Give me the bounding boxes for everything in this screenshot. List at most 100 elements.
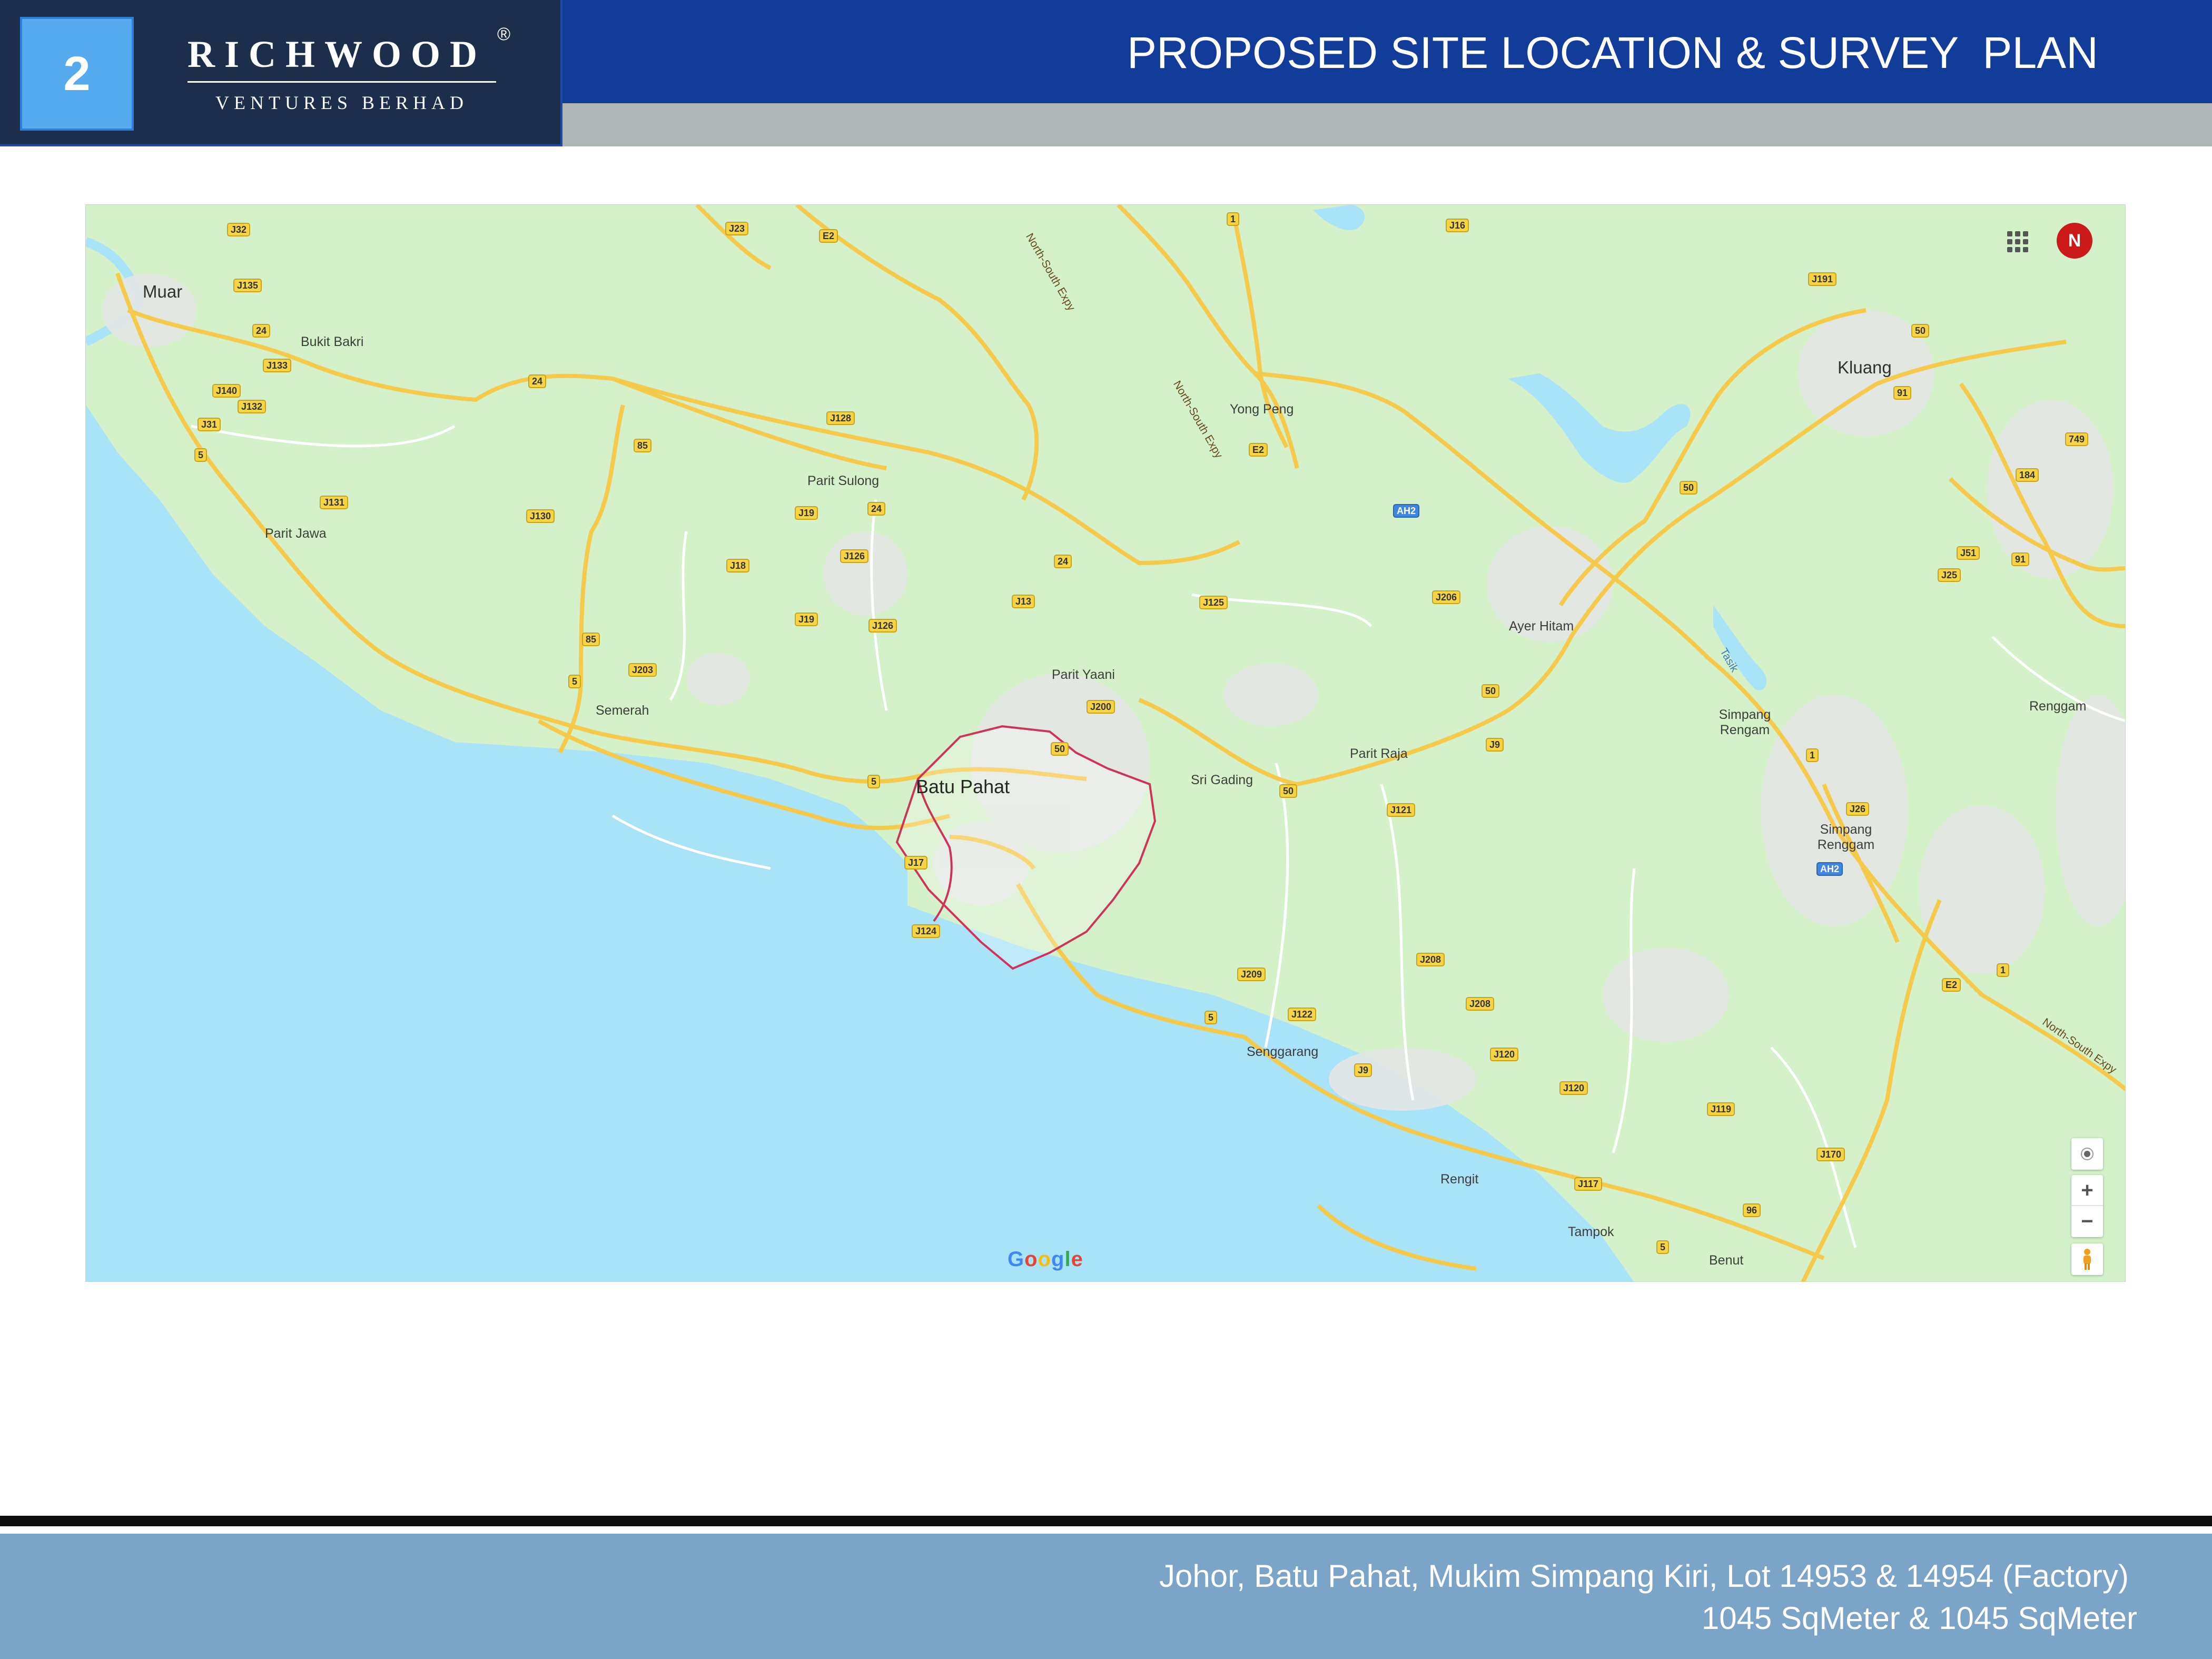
google-logo: Google — [1008, 1248, 1083, 1271]
route-shield: J209 — [1237, 967, 1266, 981]
route-shield: J191 — [1808, 272, 1837, 286]
place-label-batu-pahat: Batu Pahat — [916, 776, 1010, 797]
locate-icon — [2081, 1148, 2094, 1160]
route-shield: J9 — [1354, 1063, 1372, 1077]
route-shield: 1 — [1997, 963, 2010, 977]
route-shield: J9 — [1486, 738, 1504, 752]
route-shield: 91 — [2011, 552, 2030, 566]
site-address: Johor, Batu Pahat, Mukim Simpang Kiri, L… — [1159, 1558, 2129, 1594]
route-shield: 50 — [1279, 784, 1298, 798]
route-shield: 5 — [1204, 1011, 1218, 1024]
route-shield: 50 — [1482, 684, 1500, 698]
route-shield: J23 — [725, 222, 749, 235]
route-shield: J25 — [1938, 568, 1961, 582]
zoom-out-button[interactable]: − — [2071, 1206, 2103, 1237]
location-map[interactable]: Muar Bukit Bakri Parit Jawa Semerah Pari… — [85, 204, 2126, 1282]
route-shield: J208 — [1416, 953, 1445, 966]
route-shield: J122 — [1288, 1008, 1317, 1021]
reservoir — [1508, 373, 1691, 483]
place-label: Semerah — [596, 703, 649, 718]
brand-name: RICHWOOD — [187, 33, 487, 75]
place-label: Tampok — [1568, 1224, 1614, 1239]
route-shield: J131 — [320, 496, 349, 509]
apps-grid-icon[interactable] — [2006, 230, 2029, 253]
route-shield: J203 — [628, 663, 657, 677]
route-shield: J132 — [238, 400, 266, 413]
route-shield: 5 — [568, 675, 581, 688]
route-shield: J126 — [868, 619, 897, 633]
route-shield: E2 — [1249, 443, 1268, 457]
place-label: Bukit Bakri — [301, 334, 364, 349]
route-shield: 749 — [2065, 432, 2089, 446]
zoom-control: + − — [2071, 1175, 2103, 1237]
route-shield: J117 — [1574, 1177, 1603, 1191]
route-shield: 1 — [1227, 212, 1240, 226]
route-shield: J120 — [1490, 1048, 1519, 1061]
page-title: PROPOSED SITE LOCATION & SURVEY PLAN — [1127, 28, 2098, 77]
route-shield: J17 — [904, 856, 928, 870]
route-shield: J135 — [233, 279, 262, 292]
route-shield: 85 — [582, 633, 600, 646]
place-label: Parit Yaani — [1052, 667, 1115, 682]
route-shield: 85 — [634, 439, 652, 452]
lake-tasik — [1713, 605, 1766, 690]
route-shield: J26 — [1846, 802, 1870, 816]
brand-subtitle: VENTURES BERHAD — [215, 92, 468, 113]
route-shield: 1 — [1806, 748, 1819, 762]
route-shield: J51 — [1957, 546, 1980, 560]
route-shield: J124 — [912, 924, 941, 938]
route-shield: AH2 — [1816, 862, 1843, 876]
route-shield: J208 — [1466, 997, 1495, 1011]
route-shield: J200 — [1087, 700, 1115, 714]
route-shield: J130 — [526, 509, 555, 523]
street-view-button[interactable] — [2071, 1243, 2103, 1275]
site-area: 1045 SqMeter & 1045 SqMeter — [1701, 1601, 2137, 1636]
place-label: Rengit — [1440, 1172, 1479, 1187]
route-shield: J120 — [1559, 1081, 1588, 1095]
place-label: Kluang — [1838, 358, 1892, 377]
place-label: Benut — [1709, 1253, 1744, 1268]
route-shield: 5 — [194, 448, 208, 462]
place-label: Renggam — [2029, 699, 2087, 714]
route-shield: 5 — [1656, 1240, 1670, 1254]
route-shield: 50 — [1911, 324, 1930, 338]
route-shield: J13 — [1012, 595, 1035, 608]
place-label: Parit Sulong — [807, 473, 880, 488]
place-label: Ayer Hitam — [1509, 619, 1574, 634]
place-label: Parit Jawa — [265, 526, 327, 541]
route-shield: J18 — [726, 559, 750, 572]
route-shield: 24 — [867, 502, 886, 516]
place-label: Muar — [143, 282, 183, 301]
route-shield: E2 — [1942, 978, 1961, 992]
route-shield: 5 — [867, 775, 881, 788]
route-shield: J119 — [1707, 1102, 1735, 1116]
place-label: Sri Gading — [1191, 773, 1253, 787]
place-label: Parit Raja — [1350, 746, 1408, 761]
my-location-button[interactable] — [2071, 1138, 2103, 1170]
route-shield: E2 — [819, 229, 838, 243]
route-shield: J19 — [795, 613, 818, 626]
route-shield: 24 — [252, 324, 271, 338]
route-shield: J32 — [227, 223, 251, 236]
route-shield: 50 — [1051, 742, 1069, 756]
route-shield: J126 — [840, 549, 869, 563]
footer-divider — [0, 1516, 2212, 1526]
route-shield: 24 — [528, 374, 547, 388]
route-shield: 50 — [1680, 481, 1698, 495]
zoom-in-button[interactable]: + — [2071, 1176, 2103, 1206]
route-shield: J140 — [212, 384, 241, 398]
route-shield: J19 — [795, 506, 818, 520]
user-avatar[interactable]: N — [2057, 223, 2092, 259]
place-label: Senggarang — [1247, 1044, 1319, 1059]
page-number-badge: 2 — [20, 17, 134, 131]
route-shield: J133 — [263, 359, 292, 372]
brand-panel: 2 RICHWOOD ® VENTURES BERHAD — [0, 0, 562, 146]
route-shield: J31 — [197, 418, 221, 431]
route-shield: 184 — [2016, 468, 2039, 482]
place-label: Simpang Rengam — [1719, 707, 1771, 737]
route-shield: 24 — [1054, 555, 1072, 568]
registered-mark: ® — [497, 24, 511, 44]
place-label: Yong Peng — [1230, 402, 1294, 417]
lake-top — [1313, 205, 1365, 231]
route-shield: J125 — [1199, 596, 1228, 609]
